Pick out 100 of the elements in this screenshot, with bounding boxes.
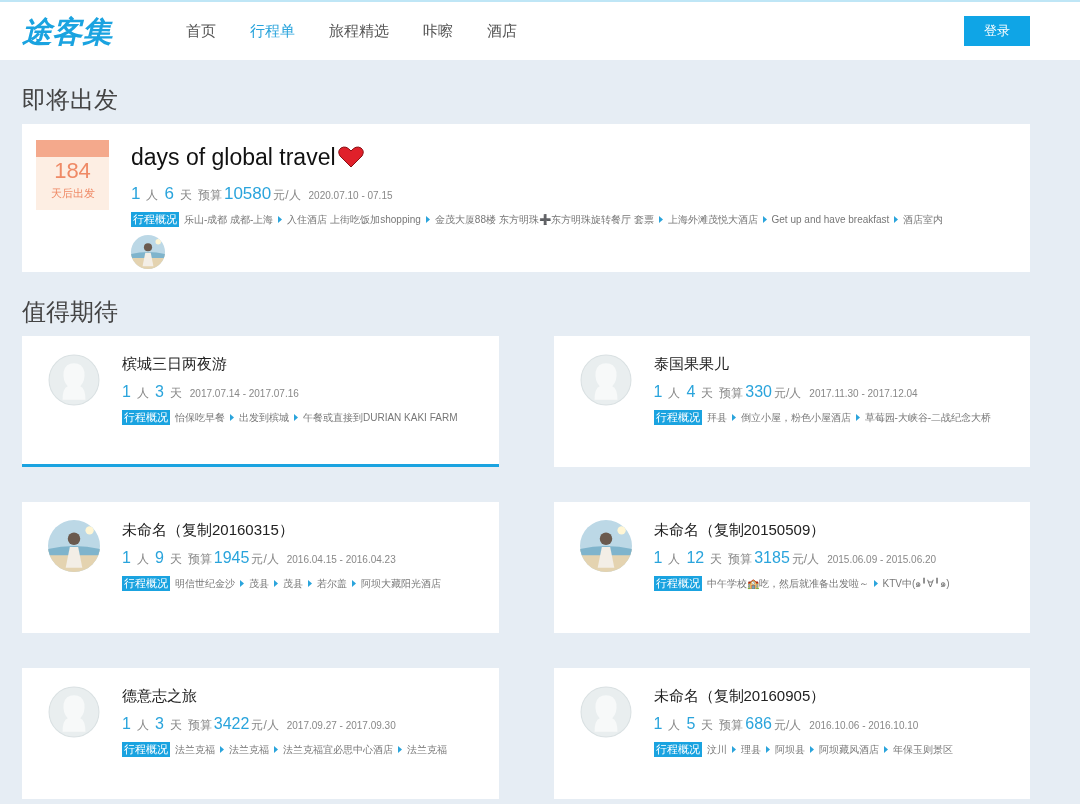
arrow-icon <box>762 216 767 223</box>
people-count: 1 <box>122 548 131 568</box>
trip-title: days of global travel <box>131 143 336 172</box>
avatar-icon <box>48 354 100 406</box>
countdown-number: 184 <box>54 157 91 185</box>
budget-amount: 3422 <box>213 714 250 734</box>
route-stop: 法兰克福 <box>407 743 447 757</box>
budget-unit: 元/人 <box>251 551 279 568</box>
budget-amount: 10580 <box>223 182 272 205</box>
trip-card[interactable]: 未命名（复制20160315） 1 人 9 天 预算 1945 元/人 2016.04.15 - 2016.04.23 行程概况 明信世纪金沙 茂县 茂县 若尔盖 阿坝大藏阳光酒店 <box>22 502 499 633</box>
trip-title: 未命名（复制20150509） <box>653 520 827 540</box>
date-range: 2020.07.10 - 07.15 <box>308 188 393 203</box>
route-stop: 茂县 <box>283 577 303 591</box>
day-count: 9 <box>154 548 164 568</box>
avatar-icon <box>579 686 632 738</box>
trip-title: 槟城三日两夜游 <box>122 354 228 374</box>
nav-link[interactable]: 首页 <box>186 19 216 43</box>
budget-amount: 330 <box>745 382 772 402</box>
date-range: 2017.07.14 - 2017.07.16 <box>189 387 299 401</box>
budget-unit: 元/人 <box>251 717 279 734</box>
people-count: 1 <box>122 382 131 402</box>
route-stop: 明信世纪金沙 <box>175 577 235 591</box>
people-unit: 人 <box>146 186 159 204</box>
route-stop: 中午学校🏫吃，然后就准备出发啦～ <box>706 577 869 591</box>
arrow-icon <box>220 746 224 753</box>
arrow-icon <box>274 746 278 753</box>
people-unit: 人 <box>136 717 149 734</box>
route-stop: 阿坝大藏阳光酒店 <box>361 577 441 591</box>
countdown-label: 天后出发 <box>50 186 95 201</box>
route-stop: 金茂大厦88楼 东方明珠➕东方明珠旋转餐厅 套票 <box>434 213 654 227</box>
trip-card[interactable]: 未命名（复制20150509） 1 人 12 天 预算 3185 元/人 2015.06.09 - 2015.06.20 行程概况 中午学校🏫吃，然后就准备出发啦～ KTV中(๑╹∀╹๑) <box>553 502 1030 633</box>
people-unit: 人 <box>136 551 149 568</box>
budget-unit: 元/人 <box>273 186 301 204</box>
route-stop: 草莓园-大峡谷-二战纪念大桥 <box>864 411 992 425</box>
route-stop: 法兰克福宜必思中心酒店 <box>283 743 393 757</box>
date-range: 2017.09.27 - 2017.09.30 <box>286 719 396 733</box>
overview-tag: 行程概况 <box>122 742 170 757</box>
route-stop: KTV中(๑╹∀╹๑) <box>882 576 950 591</box>
trip-title: 泰国果果儿 <box>653 354 730 374</box>
day-count: 6 <box>164 182 174 205</box>
overview-tag: 行程概况 <box>653 410 702 425</box>
route-stop: 入住酒店 上街吃饭加shopping <box>287 213 421 227</box>
people-unit: 人 <box>136 385 149 402</box>
people-unit: 人 <box>668 551 681 568</box>
day-unit: 天 <box>169 385 182 402</box>
day-unit: 天 <box>169 717 182 734</box>
budget-label: 预算 <box>197 186 222 204</box>
trip-card[interactable]: 未命名（复制20160905） 1 人 5 天 预算 686 元/人 2016.10.06 - 2016.10.10 行程概况 汶川 理县 阿坝县 阿坝藏风酒店 年保玉则景区 <box>553 668 1030 799</box>
route-stop: 阿坝藏风酒店 <box>818 743 879 757</box>
arrow-icon <box>274 580 278 587</box>
trip-card[interactable]: 泰国果果儿 1 人 4 天 预算 330 元/人 2017.11.30 - 2017.12.04 行程概况 拜县 倒立小屋，粉色小屋酒店 草莓园-大峡谷-二战纪念大桥 <box>553 336 1030 467</box>
date-range: 2016.04.15 - 2016.04.23 <box>286 553 396 567</box>
arrow-icon <box>894 216 899 223</box>
route-stop: 拜县 <box>706 411 727 425</box>
day-count: 4 <box>686 382 696 402</box>
people-count: 1 <box>122 714 131 734</box>
budget-amount: 3185 <box>754 548 790 568</box>
overview-tag: 行程概况 <box>131 212 179 227</box>
overview-tag: 行程概况 <box>653 742 702 757</box>
day-unit: 天 <box>179 186 192 204</box>
route-stop: 茂县 <box>249 577 269 591</box>
avatar-icon <box>48 686 100 738</box>
route-stop: 午餐或直接到DURIAN KAKI FARM <box>303 411 458 425</box>
arrow-icon <box>658 216 663 223</box>
arrow-icon <box>765 746 770 753</box>
arrow-icon <box>398 746 402 753</box>
people-count: 1 <box>131 182 141 205</box>
nav-link[interactable]: 旅程精选 <box>329 19 389 43</box>
route-stop: 理县 <box>740 743 761 757</box>
route-stop: 酒店室内 <box>903 213 944 227</box>
people-unit: 人 <box>668 385 681 402</box>
heart-icon <box>337 146 364 169</box>
arrow-icon <box>240 580 244 587</box>
nav-link[interactable]: 咔嚓 <box>423 19 453 43</box>
day-count: 3 <box>154 382 164 402</box>
trip-title: 未命名（复制20160905） <box>653 686 827 706</box>
section-heading: 值得期待 <box>22 297 118 327</box>
budget-label: 预算 <box>728 551 753 568</box>
arrow-icon <box>873 580 878 587</box>
trip-card[interactable]: 184 天后出发 days of global travel 1 人 6 天 预算 10580 元/人 2020.07.10 - 07.15 行程概况 乐山-成都 成都-上海 入住酒店 上街吃饭加shopping 金茂大厦88楼 东方明珠➕东方明珠旋转餐厅 套票 上海外滩茂悦大酒店 Get up and have breakfast 酒店室内 <box>22 124 1030 272</box>
arrow-icon <box>352 580 356 587</box>
arrow-icon <box>809 746 814 753</box>
trip-card[interactable]: 槟城三日两夜游 1 人 3 天 2017.07.14 - 2017.07.16 行程概况 怡保吃早餐 出发到槟城 午餐或直接到DURIAN KAKI FARM <box>22 336 499 467</box>
day-unit: 天 <box>701 717 714 734</box>
budget-label: 预算 <box>187 717 212 734</box>
people-count: 1 <box>653 714 663 734</box>
nav-link[interactable]: 酒店 <box>487 19 517 43</box>
trip-card[interactable]: 德意志之旅 1 人 3 天 预算3422 元/人 2017.09.27 - 2017.09.30 行程概况 法兰克福 法兰克福 法兰克福宜必思中心酒店 法兰克福 <box>22 668 499 799</box>
route-stop: 上海外滩茂悦大酒店 <box>667 213 758 227</box>
date-range: 2015.06.09 - 2015.06.20 <box>827 553 937 567</box>
trip-title: 未命名（复制20160315） <box>122 520 295 540</box>
budget-unit: 元/人 <box>791 551 820 568</box>
route-stop: 阿坝县 <box>774 743 805 757</box>
date-range: 2017.11.30 - 2017.12.04 <box>809 387 918 401</box>
arrow-icon <box>308 580 312 587</box>
route-stop: 出发到槟城 <box>239 411 289 425</box>
arrow-icon <box>883 746 888 753</box>
day-unit: 天 <box>169 551 182 568</box>
route-stop: 怡保吃早餐 <box>175 411 225 425</box>
route-stop: 乐山-成都 成都-上海 <box>184 213 274 227</box>
